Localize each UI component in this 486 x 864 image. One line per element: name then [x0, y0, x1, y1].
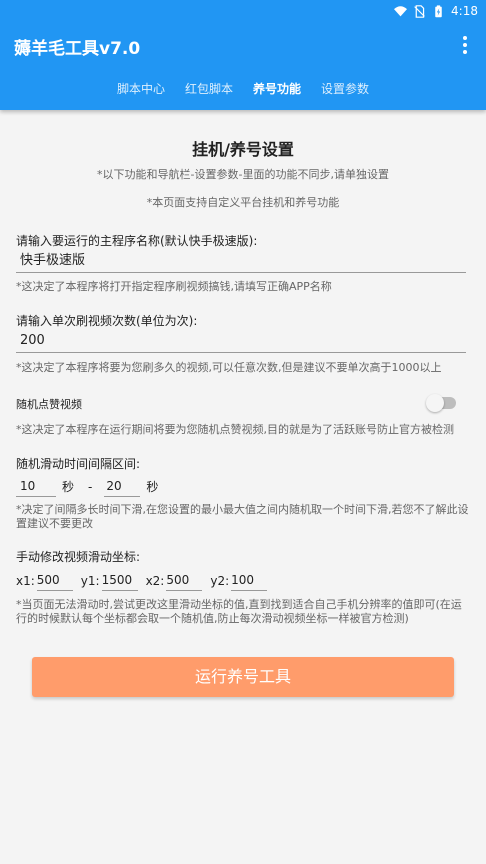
- app-title: 薅羊毛工具v7.0: [14, 39, 141, 59]
- tab-red-packet[interactable]: 红包脚本: [185, 80, 233, 102]
- random-like-toggle[interactable]: [426, 394, 456, 412]
- main-content: 挂机/养号设置 *以下功能和导航栏-设置参数-里面的功能不同步,请单独设置 *本…: [0, 110, 486, 864]
- x1-label: x1:: [16, 573, 35, 588]
- swipe-coords-hint: *当页面无法滑动时,尝试更改这里滑动坐标的值,直到找到适合自己手机分辨率的值即可…: [16, 598, 462, 625]
- app-name-hint: *这决定了本程序将打开指定程序刷视频搞钱,请填写正确APP名称: [16, 280, 332, 293]
- clock: 4:18: [451, 4, 478, 18]
- wifi-icon: [394, 5, 408, 16]
- battery-icon: [435, 4, 442, 17]
- x2-label: x2:: [145, 573, 165, 588]
- y2-input[interactable]: 100: [231, 570, 268, 591]
- random-like-hint: *这决定了本程序在运行期间将要为您随机点赞视频,目的就是为了活跃账号防止官方被检…: [16, 423, 454, 436]
- app-name-input[interactable]: 快手极速版: [16, 249, 466, 273]
- tab-settings[interactable]: 设置参数: [321, 80, 369, 102]
- y2-label: y2:: [210, 573, 230, 588]
- tab-account-nurture[interactable]: 养号功能: [253, 80, 301, 102]
- swipe-min-input[interactable]: 10: [16, 476, 56, 497]
- swipe-interval-label: 随机滑动时间间隔区间:: [16, 457, 141, 471]
- run-tool-button[interactable]: 运行养号工具: [32, 657, 454, 697]
- y1-input[interactable]: 1500: [101, 570, 138, 591]
- x1-input[interactable]: 500: [36, 570, 73, 591]
- y1-label: y1:: [80, 573, 100, 588]
- max-unit: 秒: [146, 480, 159, 494]
- status-bar: 4:18: [394, 0, 478, 22]
- note-sync: *以下功能和导航栏-设置参数-里面的功能不同步,请单独设置: [97, 168, 389, 181]
- x2-input[interactable]: 500: [166, 570, 203, 591]
- tab-script-center[interactable]: 脚本中心: [117, 80, 165, 102]
- toggle-knob: [426, 394, 444, 412]
- note-custom: *本页面支持自定义平台挂机和养号功能: [146, 196, 340, 209]
- swipe-max-input[interactable]: 20: [104, 476, 141, 497]
- random-like-label: 随机点赞视频: [16, 398, 82, 411]
- watch-count-input[interactable]: 200: [16, 329, 466, 353]
- tab-bar: 脚本中心 红包脚本 养号功能 设置参数: [0, 80, 486, 102]
- app-name-label: 请输入要运行的主程序名称(默认快手极速版):: [16, 234, 258, 248]
- no-sim-icon: [414, 4, 425, 18]
- page-title: 挂机/养号设置: [192, 140, 294, 159]
- range-separator: -: [88, 479, 93, 494]
- watch-count-hint: *这决定了本程序将要为您刷多久的视频,可以任意次数,但是建议不要单次高于1000…: [16, 361, 442, 374]
- swipe-interval-row: 10 秒 - 20 秒: [16, 476, 158, 497]
- swipe-interval-hint: *决定了间隔多长时间下滑,在您设置的最小最大值之间内随机取一个时间下滑,若您不了…: [16, 503, 469, 530]
- more-vert-icon[interactable]: [462, 36, 468, 54]
- swipe-coords-row: x1: 500 y1: 1500 x2: 500 y2: 100: [16, 570, 268, 591]
- min-unit: 秒: [62, 480, 75, 494]
- app-bar: 4:18 薅羊毛工具v7.0 脚本中心 红包脚本 养号功能 设置参数: [0, 0, 486, 110]
- swipe-coords-label: 手动修改视频滑动坐标:: [16, 550, 141, 564]
- watch-count-label: 请输入单次刷视频次数(单位为次):: [16, 314, 198, 328]
